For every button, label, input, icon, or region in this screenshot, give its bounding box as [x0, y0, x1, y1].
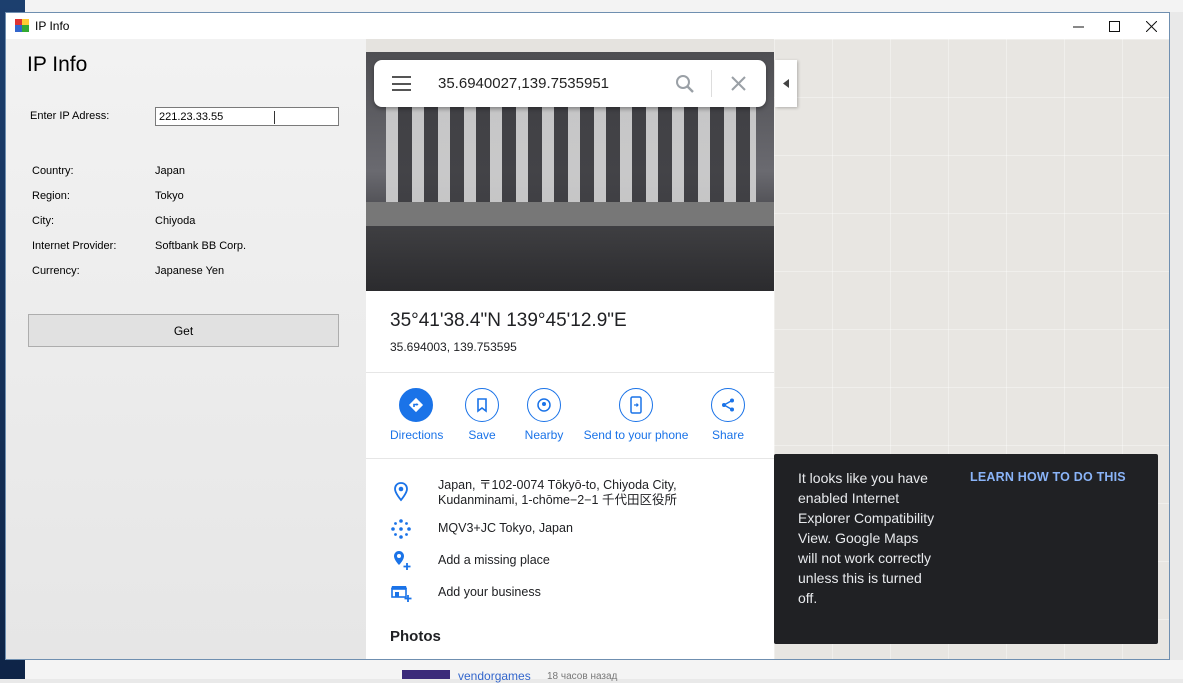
country-label: Country:	[32, 165, 74, 177]
place-side-panel: 35°41'38.4"N 139°45'12.9"E 35.694003, 13…	[366, 52, 774, 659]
clear-search-icon[interactable]	[729, 74, 748, 93]
comment-time: 18 часов назад	[547, 671, 618, 682]
add-place-icon	[394, 551, 411, 570]
toast-message: It looks like you have enabled Internet …	[798, 470, 935, 606]
form-heading: IP Info	[27, 53, 88, 76]
desktop-top-strip	[25, 0, 1183, 12]
region-label: Region:	[32, 190, 70, 202]
send-to-phone-icon	[630, 396, 642, 414]
plus-code-row[interactable]: MQV3+JC Tokyo, Japan	[438, 521, 573, 536]
country-value: Japan	[155, 165, 185, 177]
comment-thumbnail	[402, 670, 450, 679]
minimize-button[interactable]	[1060, 13, 1097, 39]
save-label: Save	[468, 428, 496, 442]
background-comment: vendorgames 18 часов назад	[25, 660, 1183, 683]
divider	[366, 372, 774, 373]
currency-label: Currency:	[32, 265, 80, 277]
app-icon	[15, 19, 29, 32]
share-icon	[722, 398, 734, 412]
plus-code-icon	[391, 519, 411, 539]
provider-value: Softbank BB Corp.	[155, 240, 247, 252]
maximize-button[interactable]	[1096, 13, 1133, 39]
ip-form-panel: IP Info Enter IP Adress: Country: Japan …	[6, 39, 366, 659]
region-value: Tokyo	[155, 190, 184, 202]
send-to-phone-label: Send to your phone	[583, 428, 689, 442]
photos-heading: Photos	[390, 628, 441, 645]
nearby-button[interactable]: Nearby	[522, 388, 566, 442]
ip-address-input[interactable]	[155, 107, 339, 126]
compatibility-view-toast: It looks like you have enabled Internet …	[774, 454, 1158, 644]
save-button[interactable]: Save	[460, 388, 504, 442]
text-cursor	[274, 111, 275, 124]
nearby-icon	[537, 398, 551, 412]
coordinates-dms: 35°41'38.4"N 139°45'12.9"E	[390, 310, 627, 331]
maximize-icon	[1109, 20, 1120, 32]
close-icon	[1146, 20, 1157, 32]
location-pin-icon	[394, 482, 408, 502]
get-button[interactable]: Get	[28, 314, 339, 347]
search-input[interactable]: 35.6940027,139.7535951	[438, 75, 609, 92]
menu-icon[interactable]	[392, 76, 411, 91]
address-row[interactable]: Japan, 〒102-0074 Tōkyō-to, Chiyoda City,…	[438, 478, 677, 508]
comment-user[interactable]: vendorgames	[458, 669, 531, 683]
city-value: Chiyoda	[155, 215, 196, 227]
provider-label: Internet Provider:	[32, 240, 117, 252]
send-to-phone-button[interactable]: Send to your phone	[580, 388, 692, 442]
google-maps-view: 35°41'38.4"N 139°45'12.9"E 35.694003, 13…	[366, 39, 1169, 659]
city-label: City:	[32, 215, 54, 227]
ip-info-window: IP Info IP Info Enter IP Adress: Country…	[5, 12, 1170, 660]
add-missing-place-link[interactable]: Add a missing place	[438, 553, 550, 568]
directions-button[interactable]: Directions	[390, 388, 444, 442]
learn-how-link[interactable]: LEARN HOW TO DO THIS	[970, 470, 1126, 484]
directions-label: Directions	[390, 428, 444, 442]
share-button[interactable]: Share	[706, 388, 750, 442]
divider	[366, 458, 774, 459]
maps-search-box: 35.6940027,139.7535951	[374, 60, 766, 107]
currency-value: Japanese Yen	[155, 265, 225, 277]
collapse-panel-button[interactable]	[775, 60, 797, 107]
chevron-left-icon	[783, 79, 789, 88]
address-line-2: Kudanminami, 1-chōme−2−1 千代田区役所	[438, 493, 677, 507]
ip-label: Enter IP Adress:	[30, 110, 110, 122]
window-title: IP Info	[35, 19, 70, 33]
add-business-icon	[391, 586, 412, 602]
minimize-icon	[1073, 26, 1084, 27]
coordinates-decimal: 35.694003, 139.753595	[390, 340, 517, 354]
close-window-button[interactable]	[1133, 13, 1170, 39]
directions-icon	[408, 397, 424, 413]
bookmark-icon	[477, 398, 487, 413]
share-label: Share	[711, 428, 745, 442]
add-business-link[interactable]: Add your business	[438, 585, 541, 600]
title-bar[interactable]: IP Info	[6, 13, 1169, 39]
address-line-1: Japan, 〒102-0074 Tōkyō-to, Chiyoda City,	[438, 478, 677, 492]
nearby-label: Nearby	[524, 428, 564, 442]
search-icon[interactable]	[675, 74, 695, 94]
